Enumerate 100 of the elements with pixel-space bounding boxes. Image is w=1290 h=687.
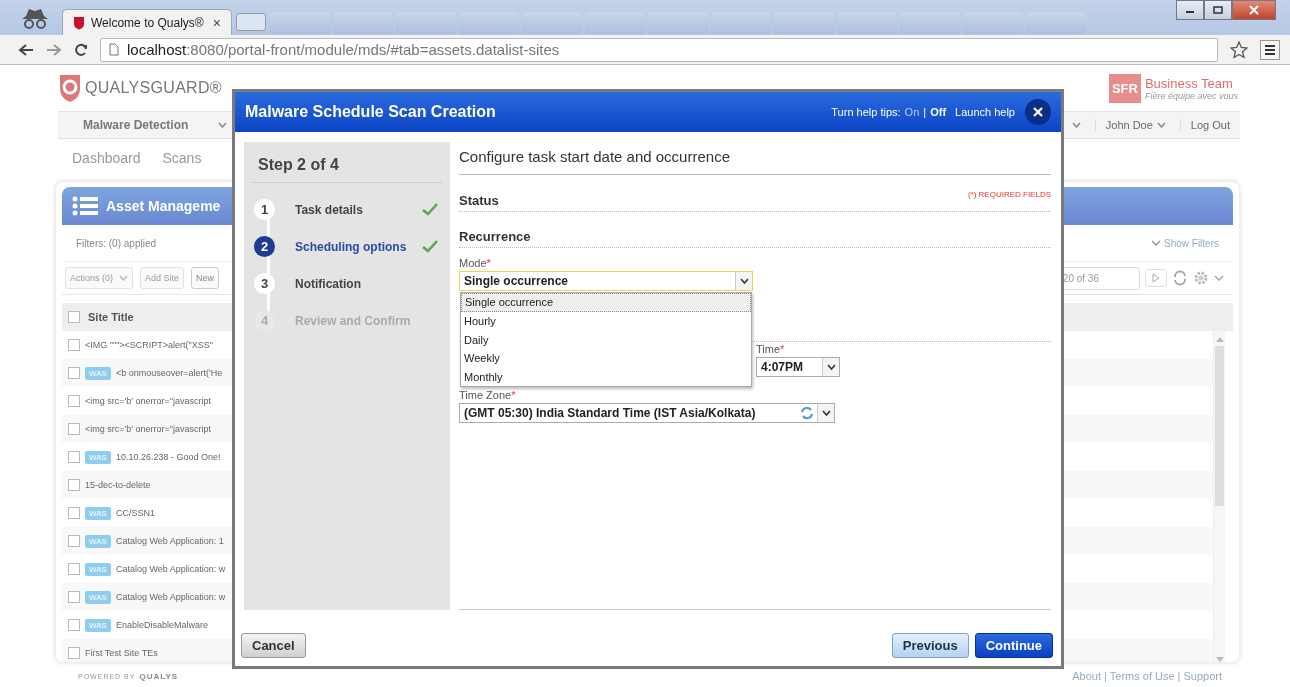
site-title-cell[interactable]: Catalog Web Application: w xyxy=(115,592,226,602)
required-fields-note: (*) REQUIRED FIELDS xyxy=(967,190,1051,199)
reload-icon[interactable] xyxy=(74,42,88,57)
launch-help-link[interactable]: Launch help xyxy=(955,106,1015,118)
blurred-tab[interactable] xyxy=(900,12,960,34)
checkbox[interactable] xyxy=(68,563,80,575)
blurred-tab[interactable] xyxy=(333,12,393,34)
site-title-cell[interactable]: CC/SSN1 xyxy=(115,508,155,518)
wizard-step[interactable]: 1 Task details xyxy=(254,191,450,228)
site-title-cell[interactable]: <img src='b' onerror="javascript xyxy=(85,424,211,434)
page-icon xyxy=(109,43,119,56)
site-title-cell[interactable]: 15-dec-to-delete xyxy=(85,480,151,490)
browser-tab[interactable]: Welcome to Qualys® × xyxy=(62,9,232,35)
partner-tagline: Fière équipe avec vous xyxy=(1144,90,1238,101)
scroll-down-icon[interactable] xyxy=(1215,657,1224,662)
help-separator: | xyxy=(923,106,927,118)
caret-icon[interactable] xyxy=(1071,122,1081,128)
blurred-tab[interactable] xyxy=(522,12,582,34)
time-select[interactable]: 4:07PM xyxy=(756,357,840,377)
dropdown-option[interactable]: Monthly xyxy=(461,367,751,387)
app-tag: WAS xyxy=(85,506,111,520)
restore-button[interactable] xyxy=(1204,0,1232,20)
checkbox[interactable] xyxy=(68,619,80,631)
step-counter: Step 2 of 4 xyxy=(252,142,442,183)
menu-icon[interactable] xyxy=(1260,39,1280,60)
checkbox[interactable] xyxy=(68,535,80,547)
nav-menu[interactable]: Malware Detection xyxy=(58,118,228,132)
site-title-cell[interactable]: Catalog Web Application: w xyxy=(115,564,226,574)
wizard-step[interactable]: 2 Scheduling options xyxy=(254,228,450,265)
forward-icon[interactable] xyxy=(46,42,62,57)
minimize-button[interactable] xyxy=(1176,0,1204,20)
link-separator: | xyxy=(1177,670,1181,682)
dropdown-option[interactable]: Single occurrence xyxy=(461,293,751,312)
caret-icon xyxy=(739,278,749,284)
settings-icon[interactable] xyxy=(1193,270,1209,286)
restore-icon xyxy=(1213,6,1223,14)
caret-icon[interactable] xyxy=(1214,275,1224,281)
caret-icon xyxy=(1156,122,1166,128)
blurred-tab[interactable] xyxy=(396,12,456,34)
checkbox[interactable] xyxy=(68,339,80,351)
scroll-up-icon[interactable] xyxy=(1215,337,1224,342)
dropdown-option[interactable]: Hourly xyxy=(461,312,751,331)
new-tab-button[interactable] xyxy=(236,13,266,31)
toolbar-button[interactable]: New xyxy=(191,267,220,289)
next-page-button[interactable] xyxy=(1145,269,1167,287)
checkbox[interactable] xyxy=(68,451,80,463)
blurred-tab[interactable] xyxy=(648,12,708,34)
blurred-tab[interactable] xyxy=(585,12,645,34)
blurred-tab[interactable] xyxy=(459,12,519,34)
url-text: localhost:8080/portal-front/module/mds/#tab=assets.datalist-sites xyxy=(127,41,560,58)
cancel-button[interactable]: Cancel xyxy=(241,632,306,658)
field-label: Mode* xyxy=(459,257,492,269)
site-title-cell[interactable]: Catalog Web Application: 1 xyxy=(115,536,224,546)
checkbox[interactable] xyxy=(68,507,80,519)
continue-button[interactable]: Continue xyxy=(974,632,1053,658)
tab-close-button[interactable]: × xyxy=(212,14,221,31)
link-separator: | xyxy=(1103,670,1107,682)
checkbox[interactable] xyxy=(68,395,80,407)
checkbox[interactable] xyxy=(68,311,80,323)
site-title-cell[interactable]: EnableDisableMalware xyxy=(115,620,208,630)
site-title-cell[interactable]: <img src='b' onerror="javascript xyxy=(85,396,211,406)
dropdown-option[interactable]: Weekly xyxy=(461,349,751,368)
nav-menu[interactable]: John Doe xyxy=(1094,119,1166,131)
checkbox[interactable] xyxy=(68,367,80,379)
blurred-tab[interactable] xyxy=(711,12,771,34)
tab-title: Welcome to Qualys® xyxy=(91,15,204,30)
list-icon xyxy=(72,196,98,216)
shield-icon xyxy=(73,15,85,30)
checkbox[interactable] xyxy=(68,423,80,435)
nav-menu[interactable]: Log Out xyxy=(1179,119,1230,131)
mode-select[interactable]: Single occurrence xyxy=(459,271,753,291)
address-field[interactable]: localhost:8080/portal-front/module/mds/#tab=assets.datalist-sites xyxy=(100,37,1218,62)
help-toggle-option[interactable]: Off xyxy=(930,106,947,118)
previous-button[interactable]: Previous xyxy=(891,632,969,658)
wizard-step[interactable]: 3 Notification xyxy=(254,265,450,302)
checkbox[interactable] xyxy=(68,647,80,659)
checkbox[interactable] xyxy=(68,591,80,603)
site-title-cell[interactable]: <b onmouseover=alert('He xyxy=(115,368,223,378)
close-button[interactable] xyxy=(1025,99,1051,125)
app-tag: WAS xyxy=(85,562,111,576)
help-toggle-option[interactable]: On xyxy=(904,106,920,118)
refresh-icon[interactable] xyxy=(1172,270,1188,286)
app-tag: WAS xyxy=(85,590,111,604)
checkbox[interactable] xyxy=(68,479,80,491)
blurred-tab[interactable] xyxy=(270,12,330,34)
site-title-cell[interactable]: <IMG """><SCRIPT>alert("XSS" xyxy=(85,340,213,350)
dropdown-option[interactable]: Daily xyxy=(461,330,751,350)
star-icon[interactable] xyxy=(1230,40,1248,59)
column-header[interactable]: Site Title xyxy=(88,311,134,323)
site-title-cell[interactable]: First Test Site TEs xyxy=(85,648,158,658)
site-title-cell[interactable]: 10.10.26.238 - Good One! xyxy=(115,452,221,462)
blurred-tab[interactable] xyxy=(963,12,1023,34)
blurred-tab[interactable] xyxy=(774,12,834,34)
caret-icon xyxy=(826,364,836,370)
timezone-select[interactable]: (GMT 05:30) India Standard Time (IST Asia/Kolkata) xyxy=(459,403,835,423)
scrollbar[interactable] xyxy=(1213,331,1225,662)
field-label: Time* xyxy=(756,343,786,355)
blurred-tab[interactable] xyxy=(1026,12,1086,34)
blurred-tab[interactable] xyxy=(837,12,897,34)
back-icon[interactable] xyxy=(18,42,34,57)
